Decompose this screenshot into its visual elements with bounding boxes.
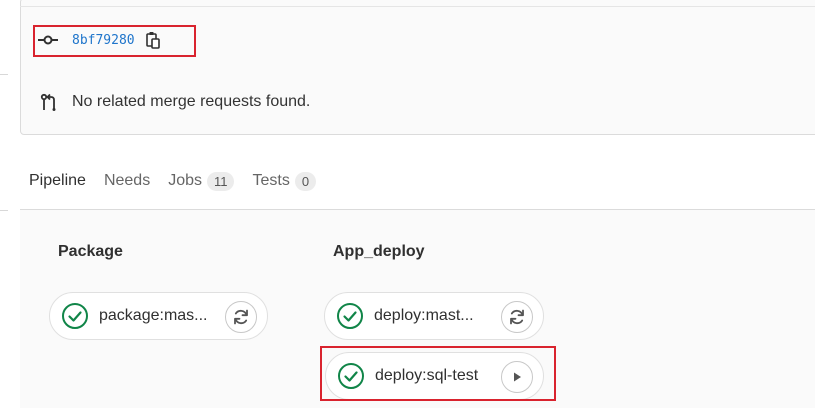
retry-icon	[510, 309, 524, 325]
merge-request-icon	[40, 92, 58, 112]
stage-title-package: Package	[58, 243, 123, 260]
job-name: package:mas...	[99, 307, 208, 324]
commit-sha-highlight	[33, 25, 196, 57]
tab-label: Pipeline	[29, 172, 86, 189]
job-package-master[interactable]: package:mas...	[49, 292, 268, 340]
stage-title-app-deploy: App_deploy	[333, 243, 425, 260]
tab-label: Jobs	[168, 172, 202, 189]
merge-requests-text: No related merge requests found.	[72, 93, 311, 110]
left-edge-mark	[0, 74, 8, 75]
tab-jobs[interactable]: Jobs 11	[159, 164, 243, 210]
job-deploy-master[interactable]: deploy:mast...	[324, 292, 544, 340]
left-edge-mark	[0, 210, 8, 211]
retry-icon	[234, 309, 248, 325]
retry-button[interactable]	[225, 301, 257, 333]
deploy-sql-test-highlight	[320, 346, 556, 401]
commit-info-card	[20, 0, 815, 135]
tab-label: Needs	[103, 172, 151, 189]
tab-pipeline[interactable]: Pipeline	[20, 164, 95, 212]
pipeline-tabs: Pipeline Needs Jobs 11 Tests 0	[20, 164, 325, 212]
tests-count-badge: 0	[294, 172, 317, 191]
success-status-icon	[61, 302, 89, 330]
tab-needs[interactable]: Needs	[95, 164, 159, 210]
tab-tests[interactable]: Tests 0	[243, 164, 325, 210]
success-status-icon	[336, 302, 364, 330]
merge-requests-row: No related merge requests found.	[40, 92, 310, 112]
retry-button[interactable]	[501, 301, 533, 333]
job-name: deploy:mast...	[374, 307, 474, 324]
jobs-count-badge: 11	[206, 172, 235, 191]
info-divider	[20, 6, 815, 7]
tab-label: Tests	[252, 172, 290, 189]
